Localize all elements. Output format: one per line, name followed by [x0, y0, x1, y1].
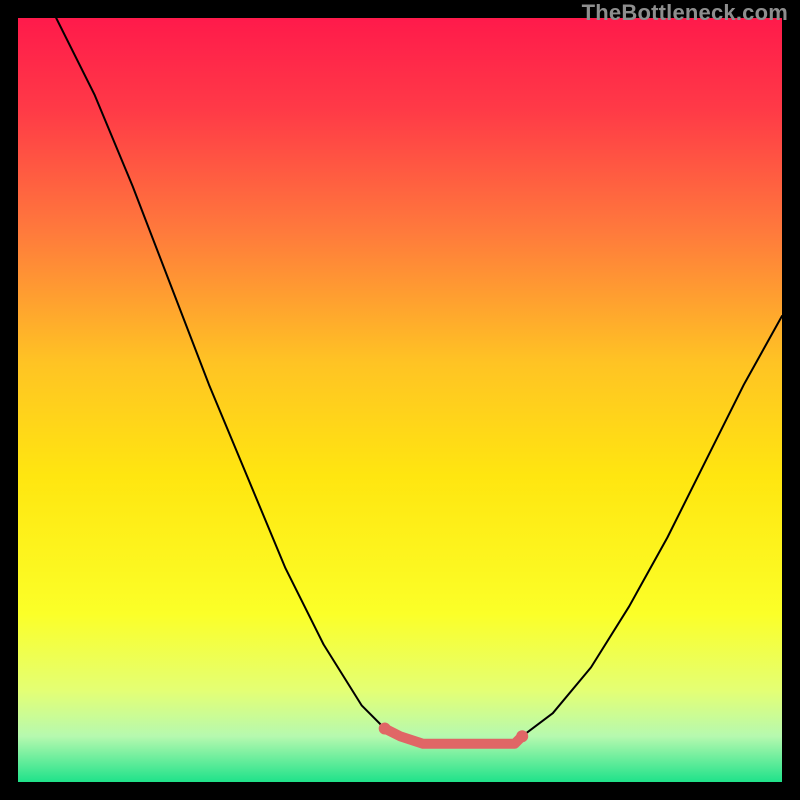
- floor-dot-left: [379, 723, 391, 735]
- attribution-watermark: TheBottleneck.com: [582, 0, 788, 26]
- chart-frame: [18, 18, 782, 782]
- floor-dot-right: [516, 730, 528, 742]
- gradient-bg: [18, 18, 782, 782]
- bottleneck-chart: [18, 18, 782, 782]
